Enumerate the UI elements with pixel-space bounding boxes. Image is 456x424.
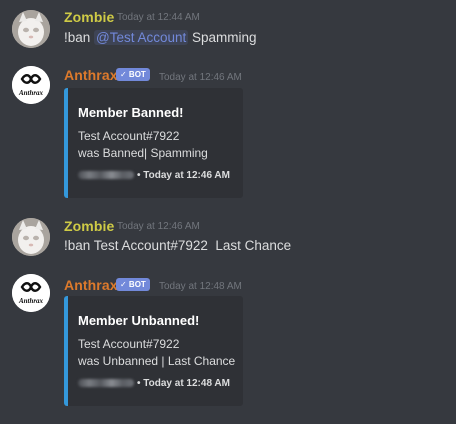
author-name[interactable]: Zombie: [64, 218, 114, 234]
embed-footer-timestamp: Today at 12:46 AM: [143, 169, 230, 181]
embed: Member Unbanned! Test Account#7922 was U…: [64, 296, 243, 406]
message-text: !ban @Test Account Spamming: [64, 30, 257, 45]
avatar-logo-text: Anthrax: [18, 89, 44, 97]
author-name[interactable]: Zombie: [64, 9, 114, 25]
bot-badge: ✓ BOT: [116, 68, 150, 81]
message-timestamp: Today at 12:46 AM: [159, 72, 242, 83]
embed: Member Banned! Test Account#7922 was Ban…: [64, 88, 243, 198]
message-timestamp: Today at 12:48 AM: [159, 281, 242, 292]
embed-footer: • Today at 12:46 AM: [78, 168, 230, 182]
message-timestamp: Today at 12:46 AM: [117, 221, 200, 232]
ghost-cat-avatar-image: [12, 10, 50, 48]
embed-description-line: Test Account#7922: [78, 337, 180, 351]
chat-messages: Zombie Today at 12:44 AM !ban @Test Acco…: [0, 0, 456, 424]
infinity-logo-avatar-image: Anthrax: [12, 274, 50, 312]
bot-badge: ✓ BOT: [116, 278, 150, 291]
embed-title: Member Unbanned!: [78, 313, 200, 328]
embed-title: Member Banned!: [78, 105, 184, 120]
redacted-footer-text: [78, 379, 134, 387]
avatar[interactable]: Anthrax: [12, 66, 50, 104]
embed-accent-bar: [64, 88, 68, 198]
avatar-logo-text: Anthrax: [18, 297, 44, 305]
message-text: !ban Test Account#7922 Last Chance: [64, 238, 292, 253]
ghost-cat-avatar-image: [12, 218, 50, 256]
embed-accent-bar: [64, 296, 68, 406]
embed-footer-timestamp: Today at 12:48 AM: [143, 377, 230, 389]
embed-description-line: was Banned| Spamming: [78, 146, 208, 160]
user-mention[interactable]: @Test Account: [94, 30, 189, 45]
embed-footer: • Today at 12:48 AM: [78, 376, 230, 390]
redacted-footer-text: [78, 171, 134, 179]
embed-description-line: Test Account#7922: [78, 129, 180, 143]
avatar[interactable]: [12, 218, 50, 256]
author-name[interactable]: Anthrax: [64, 67, 118, 83]
author-name[interactable]: Anthrax: [64, 277, 118, 293]
infinity-logo-avatar-image: Anthrax: [12, 66, 50, 104]
embed-description-line: was Unbanned | Last Chance: [78, 354, 236, 368]
avatar[interactable]: Anthrax: [12, 274, 50, 312]
message-text-suffix: Spamming: [188, 30, 257, 45]
avatar[interactable]: [12, 10, 50, 48]
message-text-prefix: !ban: [64, 30, 95, 45]
message-timestamp: Today at 12:44 AM: [117, 12, 200, 23]
